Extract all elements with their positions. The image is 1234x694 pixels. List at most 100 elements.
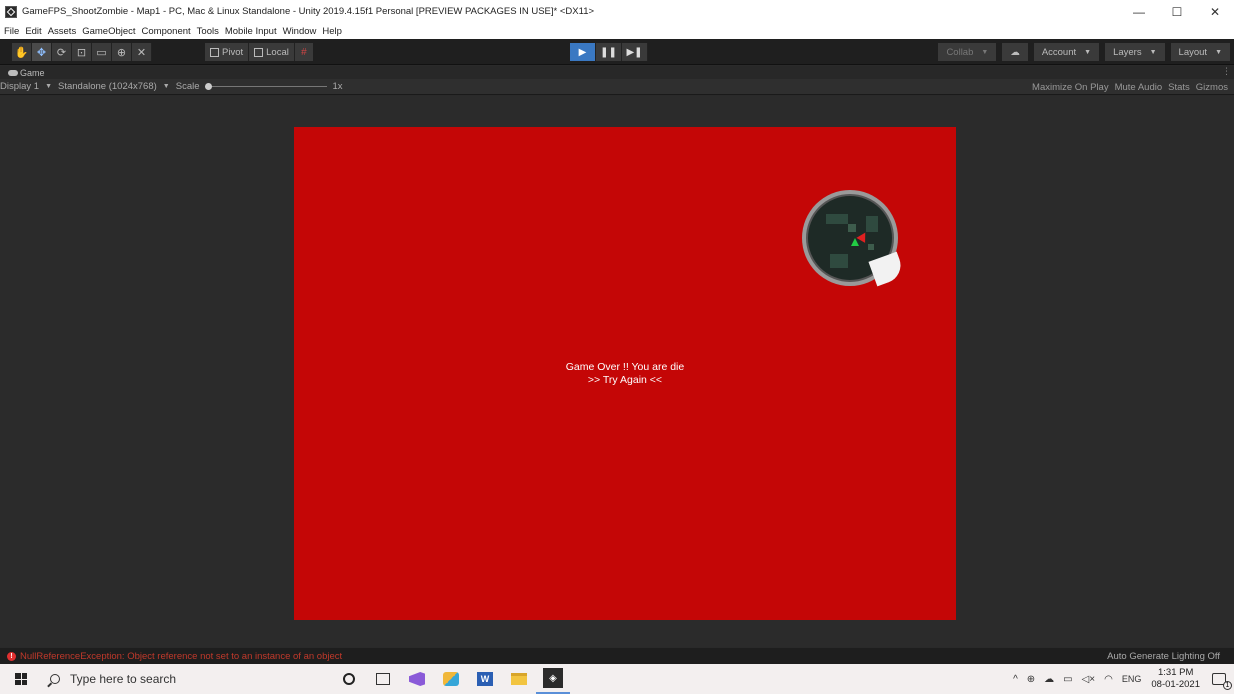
- clock-time: 1:31 PM: [1158, 667, 1194, 678]
- local-icon: [254, 47, 264, 57]
- cortana-button[interactable]: [332, 664, 366, 694]
- scale-value: 1x: [332, 81, 343, 92]
- search-icon: [50, 674, 60, 684]
- battery-icon[interactable]: ▭: [1063, 674, 1072, 685]
- game-viewport: Game Over !! You are die >> Try Again <<: [0, 96, 1234, 647]
- cloud-button[interactable]: ☁: [1002, 43, 1028, 61]
- minimize-button[interactable]: —: [1120, 0, 1158, 23]
- rotate-tool-icon[interactable]: ⟳: [52, 43, 72, 61]
- tab-game-label: Game: [20, 67, 45, 78]
- network-icon[interactable]: ⊕: [1027, 674, 1035, 685]
- step-button[interactable]: ▶❚: [622, 43, 648, 61]
- minimap-obstacle: [866, 216, 878, 232]
- scale-slider[interactable]: [204, 83, 327, 90]
- gizmos-toggle[interactable]: Gizmos: [1196, 82, 1228, 93]
- start-button[interactable]: [6, 664, 36, 694]
- grid-snap-icon[interactable]: #: [294, 43, 313, 61]
- minimap-obstacle: [830, 254, 848, 268]
- clock[interactable]: 1:31 PM 08-01-2021: [1151, 667, 1200, 691]
- local-toggle[interactable]: Local: [249, 43, 295, 61]
- menu-edit[interactable]: Edit: [25, 26, 41, 37]
- snip-sketch-icon: [443, 672, 459, 686]
- transform-tool-icon[interactable]: ⊕: [112, 43, 132, 61]
- game-tab-bar: Game ⋮: [0, 66, 1234, 79]
- snip-app[interactable]: [434, 664, 468, 694]
- scale-tool-icon[interactable]: ⊡: [72, 43, 92, 61]
- menu-component[interactable]: Component: [142, 26, 191, 37]
- maximize-on-play-toggle[interactable]: Maximize On Play: [1032, 82, 1109, 93]
- pivot-icon: [210, 47, 219, 57]
- chevron-down-icon: ▼: [1215, 48, 1222, 56]
- minimap-obstacle: [868, 244, 874, 250]
- minimap-obstacle: [848, 224, 856, 232]
- game-view-controls: Display 1 ▼ Standalone (1024x768) ▼ Scale …: [0, 79, 1234, 95]
- stats-toggle[interactable]: Stats: [1168, 82, 1190, 93]
- pivot-toggle[interactable]: Pivot: [205, 43, 250, 61]
- close-button[interactable]: ✕: [1196, 0, 1234, 23]
- move-tool-icon[interactable]: ✥: [32, 43, 52, 61]
- account-label: Account: [1041, 46, 1077, 58]
- menu-mobile-input[interactable]: Mobile Input: [225, 26, 277, 37]
- minimap: [802, 190, 906, 287]
- file-explorer-app[interactable]: [502, 664, 536, 694]
- task-view-button[interactable]: [366, 664, 400, 694]
- windows-taskbar: Type here to search W ◈ ^ ⊕ ☁ ▭ ◁× ◠ ENG…: [0, 664, 1234, 694]
- unity-app[interactable]: ◈: [536, 664, 570, 694]
- hand-tool-icon[interactable]: ✋: [12, 43, 32, 61]
- scale-slider-handle[interactable]: [204, 83, 212, 90]
- volume-mute-icon[interactable]: ◁×: [1082, 674, 1096, 685]
- language-indicator[interactable]: ENG: [1122, 674, 1142, 684]
- clock-date: 08-01-2021: [1151, 679, 1200, 690]
- cortana-icon: [343, 673, 355, 685]
- main-toolbar: ✋ ✥ ⟳ ⊡ ▭ ⊕ ✕ Pivot Local # ▶ ❚❚ ▶❚ Coll…: [0, 39, 1234, 65]
- custom-tool-icon[interactable]: ✕: [132, 43, 152, 61]
- error-message[interactable]: NullReferenceException: Object reference…: [20, 651, 342, 662]
- menu-assets[interactable]: Assets: [48, 26, 77, 37]
- menu-bar: File Edit Assets GameObject Component To…: [0, 23, 1234, 39]
- word-app[interactable]: W: [468, 664, 502, 694]
- display-dropdown[interactable]: Display 1 ▼: [0, 81, 58, 92]
- system-tray: ^ ⊕ ☁ ▭ ◁× ◠ ENG 1:31 PM 08-01-2021 1: [1013, 664, 1234, 694]
- pause-button[interactable]: ❚❚: [596, 43, 622, 61]
- unity-app-icon: [5, 5, 17, 18]
- play-button[interactable]: ▶: [570, 43, 596, 61]
- menu-window[interactable]: Window: [283, 26, 317, 37]
- gamepad-icon: [8, 69, 18, 76]
- resolution-dropdown[interactable]: Standalone (1024x768) ▼: [58, 81, 176, 92]
- window-title: GameFPS_ShootZombie - Map1 - PC, Mac & L…: [22, 6, 595, 17]
- game-view-toggles: Maximize On Play Mute Audio Stats Gizmos: [1026, 79, 1228, 95]
- console-status-bar[interactable]: ! NullReferenceException: Object referen…: [0, 648, 1234, 664]
- display-label: Display 1: [0, 81, 40, 92]
- tab-menu-icon[interactable]: ⋮: [1222, 66, 1231, 77]
- rect-tool-icon[interactable]: ▭: [92, 43, 112, 61]
- chevron-down-icon: ▼: [981, 48, 989, 56]
- visual-studio-app[interactable]: [400, 664, 434, 694]
- pivot-group: Pivot Local #: [205, 43, 313, 61]
- mute-audio-toggle[interactable]: Mute Audio: [1115, 82, 1163, 93]
- try-again-button[interactable]: >> Try Again <<: [294, 374, 956, 387]
- chevron-up-icon[interactable]: ^: [1013, 674, 1018, 685]
- menu-tools[interactable]: Tools: [197, 26, 219, 37]
- visual-studio-icon: [409, 672, 425, 686]
- collab-label: Collab: [946, 46, 974, 58]
- game-screen[interactable]: Game Over !! You are die >> Try Again <<: [294, 127, 956, 620]
- chevron-down-icon: ▼: [45, 83, 53, 90]
- folder-icon: [511, 673, 527, 685]
- maximize-button[interactable]: ☐: [1158, 0, 1196, 23]
- cloud-icon: ☁: [1010, 46, 1020, 58]
- account-dropdown[interactable]: Account ▼: [1033, 43, 1100, 61]
- chevron-down-icon: ▼: [1084, 48, 1092, 56]
- layout-dropdown[interactable]: Layout ▼: [1170, 43, 1230, 61]
- notification-icon[interactable]: 1: [1212, 673, 1232, 690]
- collab-dropdown[interactable]: Collab ▼: [938, 43, 997, 61]
- menu-file[interactable]: File: [4, 26, 19, 37]
- menu-help[interactable]: Help: [322, 26, 342, 37]
- wifi-icon[interactable]: ◠: [1104, 674, 1113, 685]
- taskbar-search[interactable]: Type here to search: [36, 664, 312, 694]
- tab-game[interactable]: Game: [8, 68, 45, 78]
- layers-dropdown[interactable]: Layers ▼: [1105, 43, 1165, 61]
- taskbar-apps: W ◈: [332, 664, 570, 694]
- cloud-sync-icon[interactable]: ☁: [1044, 674, 1054, 685]
- menu-gameobject[interactable]: GameObject: [82, 26, 135, 37]
- lighting-status: Auto Generate Lighting Off: [1107, 651, 1220, 662]
